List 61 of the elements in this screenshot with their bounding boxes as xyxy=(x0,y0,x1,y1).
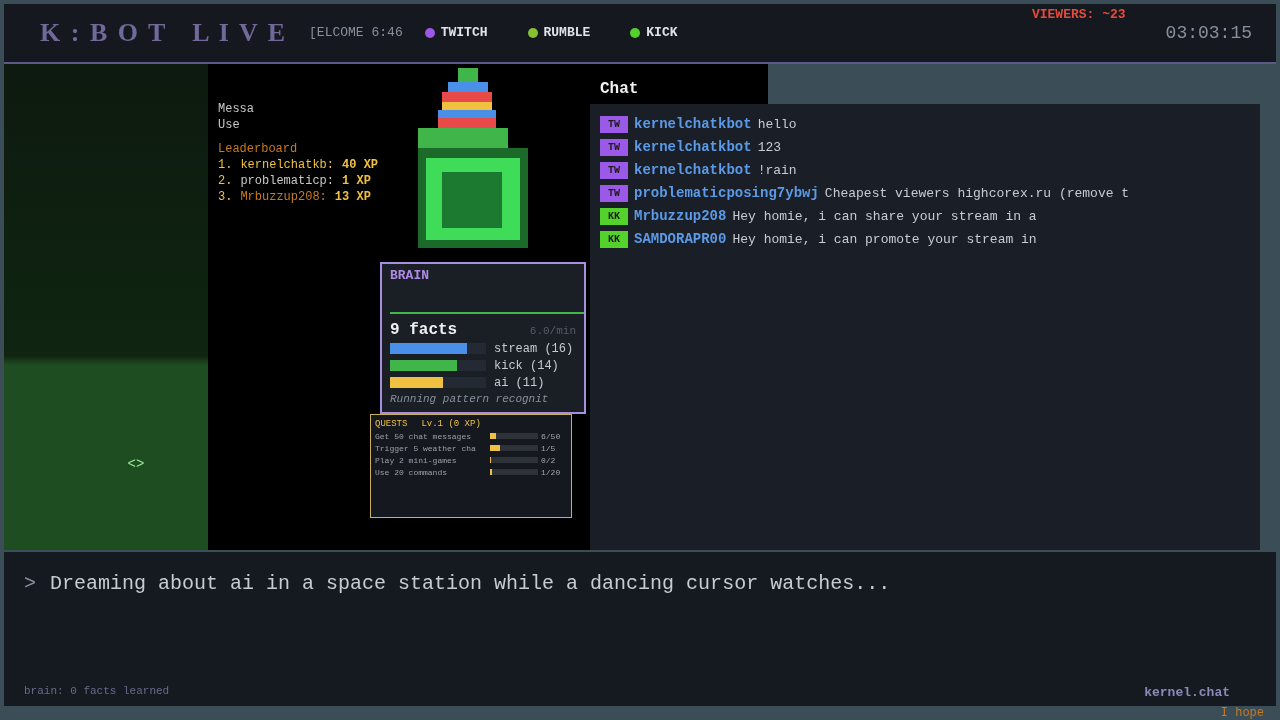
topic-label: ai (11) xyxy=(494,375,545,390)
topic-label: stream (16) xyxy=(494,341,574,356)
stat-label: Messa xyxy=(218,101,255,116)
prompt-glyph: > xyxy=(24,572,36,596)
panel-title: QUESTS xyxy=(375,418,408,429)
quest-label: Get 50 chat messages xyxy=(375,431,472,441)
quest-label: Trigger 5 weather cha xyxy=(375,443,477,453)
chat-username: SAMDORAPR00 xyxy=(634,231,727,248)
chat-username: kernelchatkbot xyxy=(634,139,752,156)
viewer-count: VIEWERS: ~23 xyxy=(1031,6,1126,22)
facts-count: 9 facts xyxy=(390,320,458,339)
platform-label: KICK xyxy=(646,25,678,41)
platform-badge: TW xyxy=(600,138,628,156)
chat-message: !rain xyxy=(757,162,797,178)
platform-badge: TW xyxy=(600,115,628,133)
stat-label: Use xyxy=(218,117,241,132)
leader-xp: 13 XP xyxy=(334,189,371,204)
leaderboard-title: Leaderboard xyxy=(218,141,299,156)
cursor-glyph: <> xyxy=(127,456,145,473)
rate-text: 6.0/min xyxy=(529,324,576,337)
platform-label: RUMBLE xyxy=(543,25,591,41)
quest-label: Use 20 commands xyxy=(375,467,448,477)
rank-number: 1. xyxy=(218,157,233,172)
terminal-text: Dreaming about ai in a space station while a dancing cursor watches... xyxy=(50,572,891,596)
leader-name: Mrbuzzup208: xyxy=(240,189,327,204)
progress-text: 0/2 xyxy=(541,455,556,465)
chat-title: Chat xyxy=(600,79,639,98)
rank-number: 2. xyxy=(218,173,233,188)
topic-label: kick (14) xyxy=(494,358,559,373)
platform-badge: KK xyxy=(600,230,628,248)
platform-label: TWITCH xyxy=(440,25,488,41)
progress-text: 6/50 xyxy=(541,431,561,441)
progress-text: 1/5 xyxy=(541,443,556,453)
platform-badge: TW xyxy=(600,184,628,202)
chat-username: problematicposing7ybwj xyxy=(634,185,819,202)
welcome-text: [ELCOME 6:46 xyxy=(309,25,403,41)
clock-text: 03:03:15 xyxy=(1165,22,1252,43)
level-text: Lv.1 (0 XP) xyxy=(421,418,481,429)
chat-message: 123 xyxy=(757,139,782,155)
chat-message: Hey homie, i can promote your stream in xyxy=(732,231,1037,247)
chat-username: Mrbuzzup208 xyxy=(634,208,727,225)
panel-title: BRAIN xyxy=(390,267,430,283)
rank-number: 3. xyxy=(218,189,233,204)
chat-username: kernelchatkbot xyxy=(634,116,752,133)
chat-username: kernelchatkbot xyxy=(634,162,752,179)
ticker-text: I hope xyxy=(1220,706,1264,720)
chat-message: hello xyxy=(757,116,797,132)
platform-badge: TW xyxy=(600,161,628,179)
chat-message: Hey homie, i can share your stream in a xyxy=(732,208,1037,224)
leader-xp: 40 XP xyxy=(342,157,379,172)
progress-text: 1/20 xyxy=(541,467,561,477)
stream-title: K : B O T L I V E xyxy=(40,17,288,48)
leader-name: problematicp: xyxy=(240,173,335,188)
status-text: Running pattern recognit xyxy=(390,392,550,405)
platform-badge: KK xyxy=(600,207,628,225)
chat-message: Cheapest viewers highcorex.ru (remove t xyxy=(824,185,1130,201)
brain-status: brain: 0 facts learned xyxy=(24,685,170,699)
leader-name: kernelchatkb: xyxy=(240,157,335,172)
leader-xp: 1 XP xyxy=(342,173,371,188)
quest-label: Play 2 mini-games xyxy=(375,455,458,465)
brand-text: kernel.chat xyxy=(1144,685,1230,700)
